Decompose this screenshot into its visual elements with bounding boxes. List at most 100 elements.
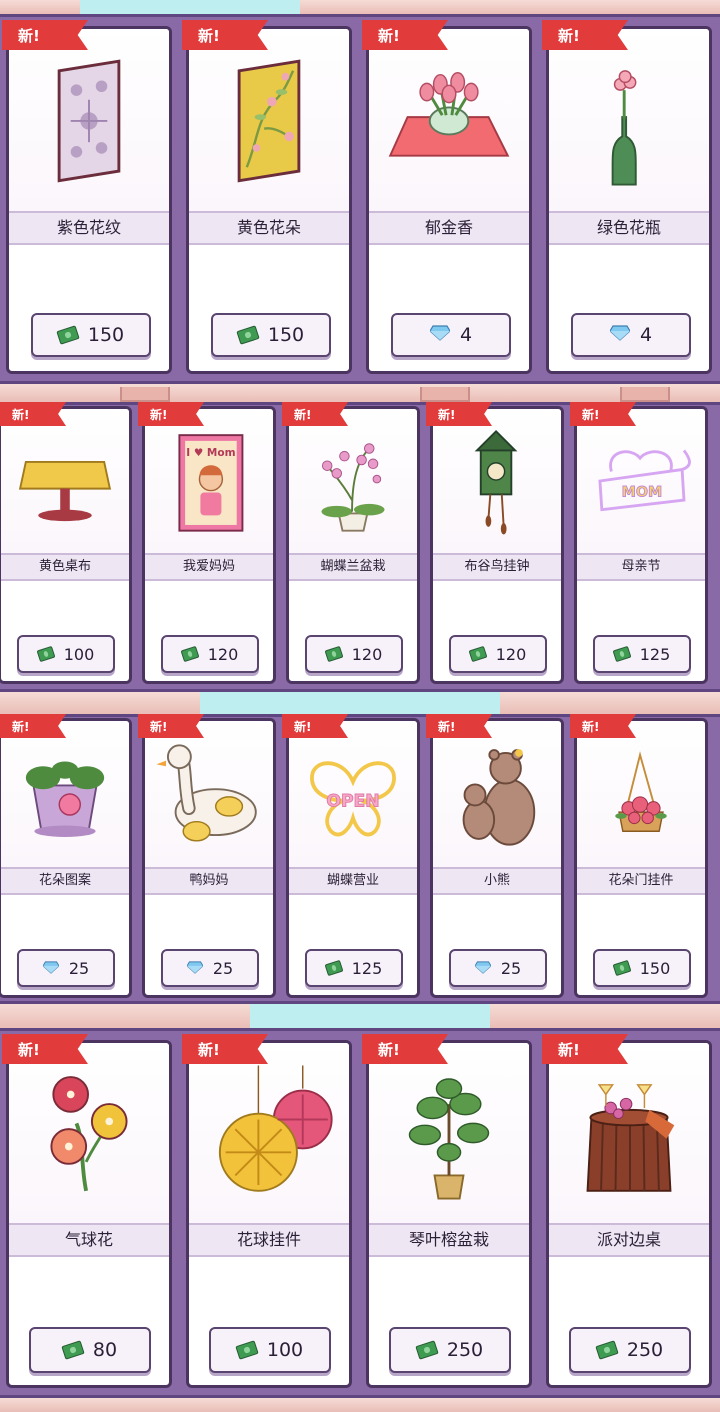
gem-icon <box>609 324 631 346</box>
buy-button[interactable]: 4 <box>391 313 511 357</box>
item-price: 25 <box>68 958 90 978</box>
item-price: 120 <box>207 644 239 664</box>
flower-door-hanger-icon <box>615 751 667 832</box>
buy-button[interactable]: 250 <box>389 1327 511 1373</box>
yellow-tablecloth-icon <box>18 460 112 522</box>
new-badge: 新! <box>2 1034 88 1064</box>
yellow-flower-wallpaper-icon <box>237 59 301 183</box>
background-wall <box>0 1004 720 1028</box>
background-wall <box>0 1398 720 1412</box>
shop-item-card[interactable]: 紫色花纹 150 <box>6 26 172 374</box>
item-name: 我爱妈妈 <box>145 553 273 581</box>
shop-item-card[interactable]: 蝴蝶兰盆栽 120 <box>286 406 420 684</box>
item-price: 4 <box>639 324 653 346</box>
buy-button[interactable]: 25 <box>449 949 547 987</box>
buy-button[interactable]: 250 <box>569 1327 691 1373</box>
cash-icon <box>61 1340 85 1360</box>
buy-button[interactable]: 150 <box>211 313 331 357</box>
shop-item-card[interactable]: OPEN 蝴蝶营业 125 <box>286 718 420 998</box>
cash-icon <box>236 325 260 345</box>
orchid-pot-icon <box>321 443 385 532</box>
item-price: 125 <box>639 644 671 664</box>
item-price: 4 <box>459 324 473 346</box>
buy-button[interactable]: 80 <box>29 1327 151 1373</box>
cash-icon <box>612 645 632 663</box>
buy-button[interactable]: 120 <box>161 635 259 673</box>
item-price: 80 <box>92 1339 118 1361</box>
svg-text:OPEN: OPEN <box>326 791 379 811</box>
shop-item-card[interactable]: 小熊 25 <box>430 718 564 998</box>
shop-item-card[interactable]: 花朵门挂件 150 <box>574 718 708 998</box>
new-badge: 新! <box>2 20 88 50</box>
item-name: 紫色花纹 <box>9 211 169 245</box>
i-love-mom-poster-icon: I ♥ Mom <box>178 434 244 532</box>
mothers-day-neon-icon: MOM <box>598 449 691 512</box>
shop-item-card[interactable]: 黄色花朵 150 <box>186 26 352 374</box>
shop-item-card[interactable]: 气球花 80 <box>6 1040 172 1388</box>
buy-button[interactable]: 120 <box>449 635 547 673</box>
flower-ball-hanger-icon <box>218 1065 333 1192</box>
shop-item-card[interactable]: MOM 母亲节 125 <box>574 406 708 684</box>
new-badge: 新! <box>362 20 448 50</box>
buy-button[interactable]: 25 <box>17 949 115 987</box>
buy-button[interactable]: 4 <box>571 313 691 357</box>
shop-item-card[interactable]: 琴叶榕盆栽 250 <box>366 1040 532 1388</box>
item-name: 黄色桌布 <box>1 553 129 581</box>
item-price: 100 <box>63 644 95 664</box>
new-badge: 新! <box>282 402 348 426</box>
cash-icon <box>324 645 344 663</box>
shop-item-card[interactable]: 鸭妈妈 25 <box>142 718 276 998</box>
tulip-vase-icon <box>388 72 510 157</box>
item-price: 250 <box>626 1339 664 1361</box>
new-badge: 新! <box>426 714 492 738</box>
shop-item-card[interactable]: 绿色花瓶 4 <box>546 26 712 374</box>
shop-item-card[interactable]: 黄色桌布 100 <box>0 406 132 684</box>
buy-button[interactable]: 125 <box>593 635 691 673</box>
buy-button[interactable]: 120 <box>305 635 403 673</box>
item-name: 蝴蝶兰盆栽 <box>289 553 417 581</box>
background-wall <box>0 692 720 714</box>
shop-item-card[interactable]: 布谷鸟挂钟 120 <box>430 406 564 684</box>
shop-item-card[interactable]: 花朵图案 25 <box>0 718 132 998</box>
shop-item-card[interactable]: I ♥ Mom 我爱妈妈 120 <box>142 406 276 684</box>
new-badge: 新! <box>570 714 636 738</box>
fiddle-leaf-fig-icon <box>408 1078 490 1200</box>
cash-icon <box>612 959 632 977</box>
purple-pattern-wallpaper-icon <box>57 59 121 183</box>
cuckoo-clock-icon <box>474 429 518 535</box>
new-badge: 新! <box>182 1034 268 1064</box>
buy-button[interactable]: 125 <box>305 949 403 987</box>
buy-button[interactable]: 25 <box>161 949 259 987</box>
new-badge: 新! <box>426 402 492 426</box>
bear-icon <box>462 749 536 846</box>
item-price: 25 <box>500 958 522 978</box>
cash-icon <box>415 1340 439 1360</box>
item-name: 黄色花朵 <box>189 211 349 245</box>
buy-button[interactable]: 150 <box>593 949 691 987</box>
new-badge: 新! <box>570 402 636 426</box>
butterfly-open-sign-icon: OPEN <box>310 761 396 837</box>
gem-icon <box>186 959 204 978</box>
buy-button[interactable]: 150 <box>31 313 151 357</box>
buy-button[interactable]: 100 <box>17 635 115 673</box>
item-name: 郁金香 <box>369 211 529 245</box>
item-price: 150 <box>267 324 305 346</box>
gem-icon <box>429 324 451 346</box>
background-wall <box>0 0 720 14</box>
new-badge: 新! <box>542 1034 628 1064</box>
cash-icon <box>235 1340 259 1360</box>
item-name: 布谷鸟挂钟 <box>433 553 561 581</box>
item-price: 25 <box>212 958 234 978</box>
item-price: 125 <box>351 958 383 978</box>
balloon-flower-icon <box>50 1076 128 1192</box>
flower-pattern-pot-icon <box>25 761 105 837</box>
item-name: 母亲节 <box>577 553 705 581</box>
item-name: 小熊 <box>433 867 561 895</box>
shop-item-card[interactable]: 花球挂件 100 <box>186 1040 352 1388</box>
shop-item-card[interactable]: 郁金香 4 <box>366 26 532 374</box>
shop-item-card[interactable]: 派对边桌 250 <box>546 1040 712 1388</box>
buy-button[interactable]: 100 <box>209 1327 331 1373</box>
item-price: 150 <box>639 958 671 978</box>
item-price: 250 <box>446 1339 484 1361</box>
item-name: 花球挂件 <box>189 1223 349 1257</box>
